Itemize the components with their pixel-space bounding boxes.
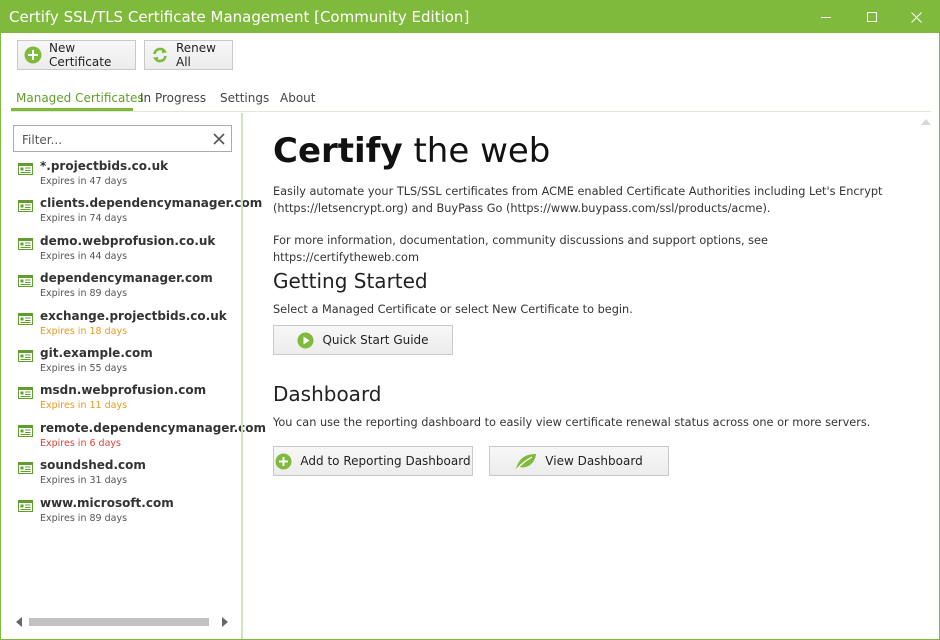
certificate-list-item[interactable]: clients.dependencymanager.com Expires in … [1, 196, 262, 233]
certificate-list-item[interactable]: remote.dependencymanager.com Expires in 6… [1, 421, 266, 458]
certificate-expiry: Expires in 6 days [40, 437, 121, 449]
certificate-icon [18, 312, 33, 325]
certificate-expiry: Expires in 55 days [40, 362, 128, 374]
certificate-list-item[interactable]: www.microsoft.com Expires in 89 days [1, 496, 241, 533]
certificate-icon [18, 237, 33, 250]
certificate-icon [18, 275, 33, 288]
certificate-expiry: Expires in 11 days [40, 400, 128, 412]
certificate-sidebar: *.projectbids.co.uk Expires in 47 days cli… [1, 113, 266, 639]
certificate-name: remote.dependencymanager.com [40, 420, 267, 435]
certificate-name: exchange.projectbids.co.uk [40, 308, 227, 323]
maximize-icon [867, 12, 877, 22]
main-tabs: Managed Certificates In Progress Setting… [11, 87, 931, 111]
certificate-name: *.projectbids.co.uk [40, 159, 169, 173]
certificate-name: git.example.com [40, 345, 153, 360]
certificate-icon [18, 499, 33, 512]
certificate-list-item[interactable]: git.example.com Expires in 55 days [1, 346, 241, 383]
filter-input[interactable] [20, 130, 209, 150]
filter-box [13, 125, 232, 152]
tab-in-progress[interactable]: In Progress [140, 91, 206, 105]
certificate-list-item[interactable]: exchange.projectbids.co.uk Expires in 18 … [1, 309, 241, 346]
certificate-expiry: Expires in 44 days [40, 250, 128, 262]
getting-started-text: Select a Managed Certificate or select N… [273, 303, 633, 316]
close-icon [910, 11, 922, 23]
add-to-reporting-dashboard-label: Add to Reporting Dashboard [300, 454, 471, 468]
tab-about[interactable]: About [280, 91, 315, 105]
quick-start-guide-label: Quick Start Guide [322, 333, 429, 347]
certificate-expiry: Expires in 89 days [40, 288, 128, 300]
more-info-text: For more information, documentation, com… [273, 234, 768, 264]
certificate-name: www.microsoft.com [40, 495, 174, 510]
main-panel: Certify the web Easily automate your TLS… [243, 113, 939, 639]
close-button[interactable] [893, 1, 939, 33]
certificate-name: soundshed.com [40, 458, 146, 473]
certificate-expiry: Expires in 74 days [40, 213, 128, 225]
view-dashboard-label: View Dashboard [545, 454, 643, 468]
scroll-right-icon[interactable] [221, 617, 229, 627]
dashboard-heading: Dashboard [273, 382, 382, 406]
certificate-icon [18, 200, 33, 213]
certificate-name: dependencymanager.com [40, 271, 213, 286]
new-certificate-label: New Certificate [49, 41, 112, 69]
certificate-list-item[interactable]: *.projectbids.co.uk Expires in 47 days [1, 159, 241, 196]
renew-all-label: Renew All [176, 41, 216, 69]
certificate-icon [18, 462, 33, 475]
certificate-name: msdn.webprofusion.com [40, 383, 207, 398]
certificate-expiry: Expires in 47 days [40, 176, 128, 187]
hero-title-bold: Certify [273, 131, 403, 171]
add-icon [275, 453, 292, 470]
add-icon [24, 46, 42, 64]
certificate-icon [18, 424, 33, 437]
scrollbar-thumb[interactable] [29, 618, 209, 626]
certificate-expiry: Expires in 89 days [40, 512, 128, 524]
app-window: Certify SSL/TLS Certificate Management [… [0, 0, 940, 640]
certificate-name: demo.webprofusion.co.uk [40, 233, 216, 248]
minimize-icon [821, 17, 831, 18]
certificate-expiry: Expires in 31 days [40, 475, 128, 487]
refresh-icon [151, 46, 169, 64]
hero-title: Certify the web [273, 131, 550, 171]
intro-text: Easily automate your TLS/SSL certificate… [273, 185, 883, 215]
dashboard-text: You can use the reporting dashboard to e… [273, 416, 871, 429]
certificate-list-item[interactable]: soundshed.com Expires in 31 days [1, 458, 241, 495]
add-to-reporting-dashboard-button[interactable]: Add to Reporting Dashboard [273, 446, 473, 476]
certificate-list: *.projectbids.co.uk Expires in 47 days cli… [1, 159, 266, 533]
hero-title-light: the web [402, 131, 551, 171]
certificate-list-item[interactable]: dependencymanager.com Expires in 89 days [1, 271, 241, 308]
play-icon [297, 332, 314, 349]
certificate-list-item[interactable]: msdn.webprofusion.com Expires in 11 days [1, 383, 241, 420]
certificate-name: clients.dependencymanager.com [40, 196, 263, 211]
scroll-left-icon[interactable] [15, 617, 23, 627]
tab-managed-certificates[interactable]: Managed Certificates [16, 91, 144, 105]
horizontal-scrollbar[interactable] [15, 615, 231, 629]
tab-settings[interactable]: Settings [220, 91, 269, 105]
certificate-expiry: Expires in 18 days [40, 325, 128, 337]
maximize-button[interactable] [849, 1, 895, 33]
scroll-up-icon[interactable] [921, 117, 931, 125]
certificate-icon [18, 349, 33, 362]
certificate-icon [18, 163, 33, 175]
title-bar: Certify SSL/TLS Certificate Management [… [1, 1, 939, 33]
new-certificate-button[interactable]: New Certificate [17, 40, 136, 70]
quick-start-guide-button[interactable]: Quick Start Guide [273, 325, 453, 355]
getting-started-heading: Getting Started [273, 269, 428, 293]
view-dashboard-button[interactable]: View Dashboard [489, 446, 669, 476]
leaf-icon [515, 453, 537, 470]
renew-all-button[interactable]: Renew All [144, 40, 233, 70]
minimize-button[interactable] [803, 1, 849, 33]
tab-divider [11, 111, 931, 112]
certificate-list-item[interactable]: demo.webprofusion.co.uk Expires in 44 day… [1, 234, 241, 271]
clear-filter-icon[interactable] [211, 131, 227, 147]
certificate-icon [18, 387, 33, 400]
window-title: Certify SSL/TLS Certificate Management [… [9, 8, 470, 26]
